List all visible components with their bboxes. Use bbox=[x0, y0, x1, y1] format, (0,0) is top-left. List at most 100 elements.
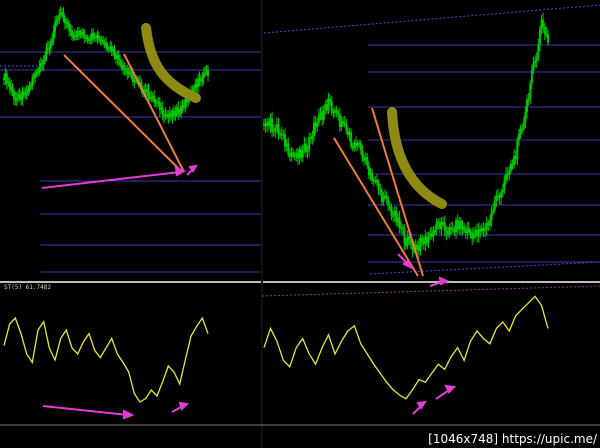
candle-body bbox=[5, 73, 8, 84]
candle-body bbox=[532, 63, 535, 71]
candle-body bbox=[62, 12, 65, 19]
candle-body bbox=[89, 39, 92, 42]
candle-body bbox=[58, 14, 61, 21]
candle-body bbox=[403, 229, 406, 244]
candle-body bbox=[535, 57, 538, 61]
candle-body bbox=[421, 238, 424, 242]
candle-body bbox=[292, 152, 295, 156]
candle-body bbox=[78, 30, 81, 34]
candle-body bbox=[37, 71, 39, 74]
candle-body bbox=[306, 149, 309, 152]
candle-body bbox=[177, 107, 180, 114]
candle-body bbox=[182, 106, 185, 109]
candle-body bbox=[530, 70, 533, 84]
candle-body bbox=[490, 212, 493, 221]
candle-body bbox=[287, 143, 290, 154]
candle-body bbox=[337, 112, 340, 115]
candle-body bbox=[3, 78, 5, 81]
candle-body bbox=[350, 132, 353, 147]
candle-body bbox=[51, 39, 54, 43]
candle-body bbox=[361, 150, 364, 158]
candle-body bbox=[161, 107, 164, 115]
candle-body bbox=[317, 114, 320, 123]
candle-body bbox=[277, 124, 280, 135]
candle-body bbox=[49, 42, 52, 49]
indicator-label: ST(5) 61.7482 bbox=[4, 284, 51, 291]
candle-body bbox=[29, 85, 32, 87]
candle-body bbox=[147, 88, 150, 98]
candle-body bbox=[359, 143, 362, 151]
candle-body bbox=[484, 229, 487, 232]
candle-body bbox=[113, 49, 116, 56]
candle-body bbox=[178, 113, 181, 115]
candle-body bbox=[434, 230, 437, 232]
candle-body bbox=[524, 111, 527, 123]
candle-body bbox=[508, 170, 511, 176]
candle-body bbox=[105, 42, 107, 47]
candle-body bbox=[332, 111, 335, 114]
candle-body bbox=[32, 77, 35, 79]
candle-body bbox=[311, 135, 314, 139]
candle-body bbox=[107, 48, 110, 51]
candle-body bbox=[204, 72, 207, 74]
candle-body bbox=[97, 35, 100, 40]
candle-body bbox=[463, 226, 466, 230]
candle-body bbox=[15, 98, 18, 101]
candle-body bbox=[385, 195, 388, 200]
candle-body bbox=[301, 149, 304, 158]
watermark-text: [1046x748] https://upic.me/ bbox=[428, 432, 597, 446]
candle-body bbox=[106, 46, 109, 49]
candle-body bbox=[201, 77, 204, 82]
candle-body bbox=[488, 220, 491, 226]
candle-body bbox=[42, 59, 45, 65]
candle-body bbox=[408, 236, 411, 241]
candle-body bbox=[272, 131, 275, 133]
candle-body bbox=[390, 206, 393, 216]
candle-body bbox=[126, 69, 129, 73]
candle-body bbox=[366, 157, 369, 166]
candle-body bbox=[322, 110, 325, 120]
candle-body bbox=[392, 215, 395, 217]
candle-body bbox=[122, 65, 124, 69]
candle-body bbox=[387, 199, 390, 207]
candle-body bbox=[197, 79, 200, 87]
candle-body bbox=[316, 122, 319, 128]
candle-body bbox=[100, 39, 103, 42]
candle-body bbox=[526, 99, 529, 112]
candle-body bbox=[521, 128, 524, 131]
candle-body bbox=[401, 227, 404, 230]
candle-body bbox=[501, 189, 504, 193]
background bbox=[0, 0, 600, 448]
candle-body bbox=[150, 97, 153, 99]
candle-body bbox=[10, 86, 13, 90]
candle-body bbox=[11, 89, 14, 92]
candle-body bbox=[371, 172, 374, 181]
candle-body bbox=[52, 31, 55, 40]
candle-body bbox=[377, 182, 380, 190]
candle-body bbox=[207, 70, 209, 76]
candle-body bbox=[12, 91, 15, 99]
candle-body bbox=[271, 118, 274, 132]
candle-body bbox=[71, 30, 73, 37]
candle-body bbox=[8, 82, 11, 87]
candle-body bbox=[500, 192, 503, 198]
candle-body bbox=[443, 222, 446, 231]
candle-body bbox=[445, 230, 448, 234]
candle-body bbox=[529, 83, 532, 99]
candle-body bbox=[86, 37, 89, 40]
candle-body bbox=[330, 101, 333, 113]
candle-body bbox=[398, 217, 401, 228]
candle-body bbox=[83, 35, 86, 38]
candle-body bbox=[38, 67, 41, 72]
candle-body bbox=[427, 236, 430, 243]
candle-body bbox=[68, 23, 71, 31]
candle-body bbox=[503, 180, 506, 190]
candle-body bbox=[472, 233, 475, 239]
candle-body bbox=[517, 133, 520, 141]
candle-body bbox=[345, 123, 348, 131]
candle-body bbox=[534, 60, 537, 64]
candle-body bbox=[329, 98, 332, 102]
candle-body bbox=[165, 114, 168, 117]
candle-body bbox=[538, 29, 541, 45]
candle-body bbox=[31, 78, 34, 86]
